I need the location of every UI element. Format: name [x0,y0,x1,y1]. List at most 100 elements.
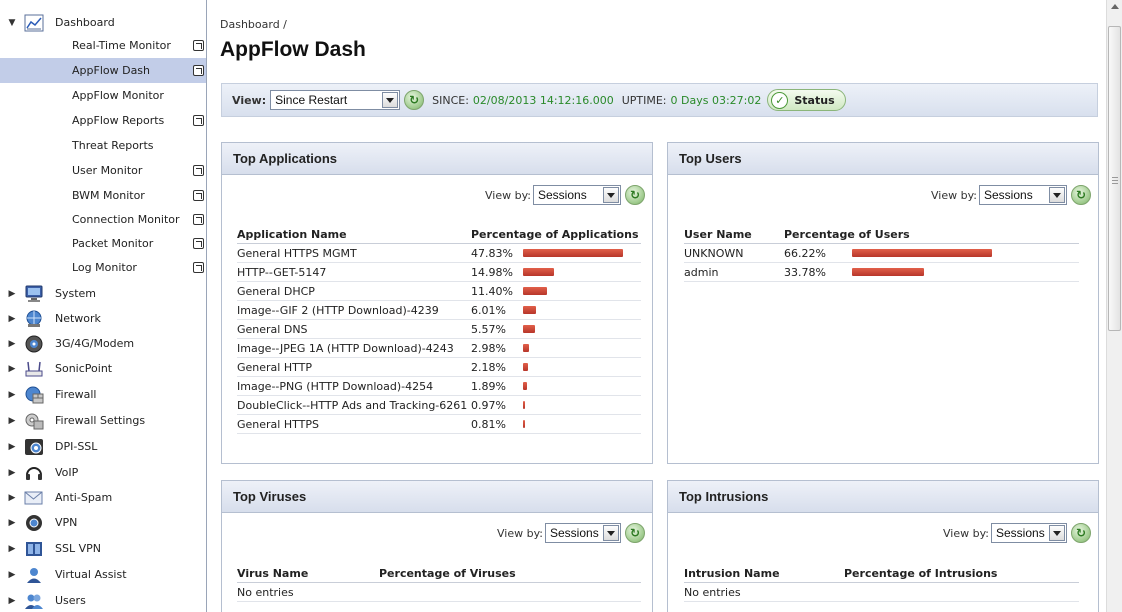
dpi-ssl-icon [23,437,45,457]
collapsed-arrow-icon[interactable]: ▶ [5,314,19,324]
table-row: No entries [684,582,1079,602]
sidebar-subitem-label: AppFlow Reports [72,114,165,127]
view-by-label: View by: [943,526,989,540]
sidebar-subitem-appflow-reports[interactable]: AppFlow Reports [0,108,206,133]
ssl-vpn-icon [23,539,45,559]
sidebar-subitem-packet-monitor[interactable]: Packet Monitor [0,231,206,256]
table-row: admin 33.78% [684,262,1079,282]
row-name: UNKNOWN [684,243,784,263]
panel-title: Top Viruses [222,481,652,513]
percentage-bar [523,287,547,295]
view-by-select[interactable]: Sessions [979,185,1067,205]
sidebar-item-users[interactable]: ▶ Users [0,588,206,612]
sidebar-item-label: DPI-SSL [55,440,98,453]
chevron-down-icon[interactable] [382,92,399,108]
collapsed-arrow-icon[interactable]: ▶ [5,493,19,503]
external-link-icon[interactable] [193,65,204,76]
check-icon: ✓ [771,91,789,109]
external-link-icon[interactable] [193,40,204,51]
table-row: UNKNOWN 66.22% [684,243,1079,263]
refresh-icon[interactable]: ↻ [625,523,645,543]
percentage-value: 2.18% [471,360,506,374]
view-by-label: View by: [497,526,543,540]
sidebar-item-dpi-ssl[interactable]: ▶ DPI-SSL [0,434,206,459]
external-link-icon[interactable] [193,165,204,176]
collapsed-arrow-icon[interactable]: ▶ [5,416,19,426]
sidebar-item-label: Anti-Spam [55,491,113,504]
view-by-control: View by: Sessions ↻ [943,523,1091,543]
viruses-table: Virus Name Percentage of Viruses No entr… [237,567,641,602]
collapsed-arrow-icon[interactable]: ▶ [5,289,19,299]
sidebar-subitem-appflow-monitor[interactable]: AppFlow Monitor [0,83,206,108]
refresh-icon[interactable]: ↻ [404,90,425,110]
sidebar-item-network[interactable]: ▶ Network [0,306,206,331]
sidebar-subitem-bwm-monitor[interactable]: BWM Monitor [0,183,206,208]
sidebar-item-dashboard[interactable]: ▼ Dashboard [0,10,206,35]
view-by-select-value: Sessions [550,526,599,540]
view-by-select[interactable]: Sessions [991,523,1067,543]
refresh-icon[interactable]: ↻ [1071,185,1091,205]
external-link-icon[interactable] [193,238,204,249]
sidebar-item-firewall[interactable]: ▶ Firewall [0,382,206,407]
since-value: 02/08/2013 14:12:16.000 [472,93,614,107]
sidebar-subitem-label: Threat Reports [72,139,154,152]
table-row: HTTP--GET-5147 14.98% [237,262,641,282]
sidebar-subitem-appflow-dash[interactable]: AppFlow Dash [0,58,206,83]
sidebar-item-label: VPN [55,516,78,529]
sidebar-subitem-user-monitor[interactable]: User Monitor [0,158,206,183]
view-by-select[interactable]: Sessions [533,185,621,205]
external-link-icon[interactable] [193,190,204,201]
collapsed-arrow-icon[interactable]: ▶ [5,339,19,349]
status-button[interactable]: ✓ Status [767,89,846,111]
sidebar-subitem-connection-monitor[interactable]: Connection Monitor [0,207,206,232]
chevron-down-icon[interactable] [1049,525,1065,541]
column-header: Percentage of Users [784,228,1079,244]
collapsed-arrow-icon[interactable]: ▶ [5,596,19,606]
sidebar-item-vpn[interactable]: ▶ VPN [0,510,206,535]
sidebar-item-sonicpoint[interactable]: ▶ SonicPoint [0,356,206,381]
sidebar-subitem-threat-reports[interactable]: Threat Reports [0,133,206,158]
external-link-icon[interactable] [193,214,204,225]
top-users-panel: Top Users View by: Sessions ↻ User Name … [667,142,1099,464]
top-intrusions-panel: Top Intrusions View by: Sessions ↻ Intru… [667,480,1099,612]
sidebar-item-virtual-assist[interactable]: ▶ Virtual Assist [0,562,206,587]
sidebar-item-label: Firewall Settings [55,414,146,427]
expanded-arrow-icon[interactable]: ▼ [5,18,19,28]
sidebar-item-3g4g-modem[interactable]: ▶ 3G/4G/Modem [0,331,206,356]
sidebar-subitem-real-time-monitor[interactable]: Real-Time Monitor [0,33,206,58]
collapsed-arrow-icon[interactable]: ▶ [5,442,19,452]
scroll-up-arrow-icon[interactable] [1111,4,1119,9]
refresh-icon[interactable]: ↻ [625,185,645,205]
chevron-down-icon[interactable] [1049,187,1065,203]
collapsed-arrow-icon[interactable]: ▶ [5,390,19,400]
sidebar-item-ssl-vpn[interactable]: ▶ SSL VPN [0,536,206,561]
row-name: General DHCP [237,281,471,301]
sidebar-subitem-log-monitor[interactable]: Log Monitor [0,255,206,280]
sidebar-item-system[interactable]: ▶ System [0,281,206,306]
firewall-settings-icon [23,411,45,431]
external-link-icon[interactable] [193,262,204,273]
sidebar-item-firewall-settings[interactable]: ▶ Firewall Settings [0,408,206,433]
chevron-down-icon[interactable] [603,525,619,541]
collapsed-arrow-icon[interactable]: ▶ [5,570,19,580]
chart-icon [23,13,45,33]
sidebar-item-label: Virtual Assist [55,568,127,581]
sidebar-item-label: Firewall [55,388,97,401]
chevron-down-icon[interactable] [603,187,619,203]
scrollbar-thumb[interactable] [1108,26,1121,331]
sidebar-item-voip[interactable]: ▶ VoIP [0,460,206,485]
collapsed-arrow-icon[interactable]: ▶ [5,468,19,478]
row-name: General HTTP [237,357,471,377]
sidebar-item-anti-spam[interactable]: ▶ Anti-Spam [0,485,206,510]
collapsed-arrow-icon[interactable]: ▶ [5,544,19,554]
sidebar-item-label: 3G/4G/Modem [55,337,135,350]
view-by-select[interactable]: Sessions [545,523,621,543]
vertical-scrollbar[interactable] [1106,0,1122,612]
view-select[interactable]: Since Restart [270,90,401,110]
applications-table: Application Name Percentage of Applicati… [237,228,641,434]
collapsed-arrow-icon[interactable]: ▶ [5,364,19,374]
external-link-icon[interactable] [193,115,204,126]
refresh-icon[interactable]: ↻ [1071,523,1091,543]
breadcrumb[interactable]: Dashboard / [220,18,287,31]
collapsed-arrow-icon[interactable]: ▶ [5,518,19,528]
